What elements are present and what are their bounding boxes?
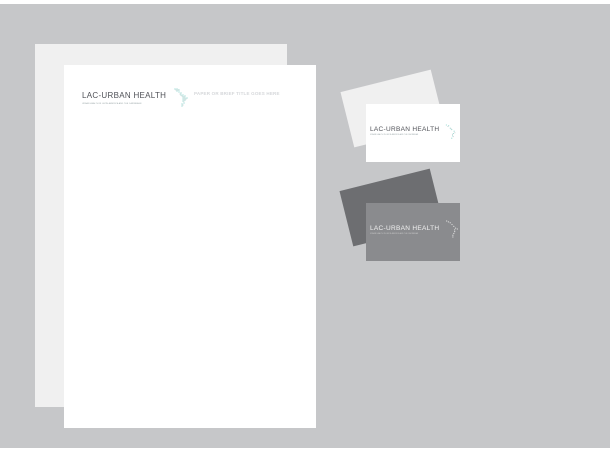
letterhead-title-placeholder: PAPER OR BRIEF TITLE GOES HERE — [194, 91, 280, 96]
logo-tagline: URBAN HEALTH IN LATIN AMERICA AND THE CA… — [370, 234, 419, 235]
logo-tagline: URBAN HEALTH IN LATIN AMERICA AND THE CA… — [82, 103, 142, 105]
mockup-canvas: LAC-URBAN HEALTH URBAN HEALTH IN LATIN A… — [0, 4, 610, 448]
business-card-dark-front: LAC-URBAN HEALTH URBAN HEALTH IN LATIN A… — [366, 203, 460, 261]
letterhead-front-sheet: LAC-URBAN HEALTH URBAN HEALTH IN LATIN A… — [64, 65, 316, 428]
logo-wordmark: LAC-URBAN HEALTH — [370, 126, 440, 133]
letterhead-logo: LAC-URBAN HEALTH URBAN HEALTH IN LATIN A… — [82, 88, 192, 115]
latin-america-map-icon — [445, 124, 456, 139]
card-logo: LAC-URBAN HEALTH URBAN HEALTH IN LATIN A… — [370, 220, 460, 241]
latin-america-map-icon — [446, 220, 458, 238]
logo-wordmark: LAC-URBAN HEALTH — [370, 225, 440, 232]
logo-wordmark: LAC-URBAN HEALTH — [82, 91, 167, 100]
business-card-white-front: LAC-URBAN HEALTH URBAN HEALTH IN LATIN A… — [366, 104, 460, 162]
latin-america-map-icon — [174, 88, 188, 107]
logo-tagline: URBAN HEALTH IN LATIN AMERICA AND THE CA… — [370, 135, 419, 136]
card-logo: LAC-URBAN HEALTH URBAN HEALTH IN LATIN A… — [370, 124, 460, 142]
